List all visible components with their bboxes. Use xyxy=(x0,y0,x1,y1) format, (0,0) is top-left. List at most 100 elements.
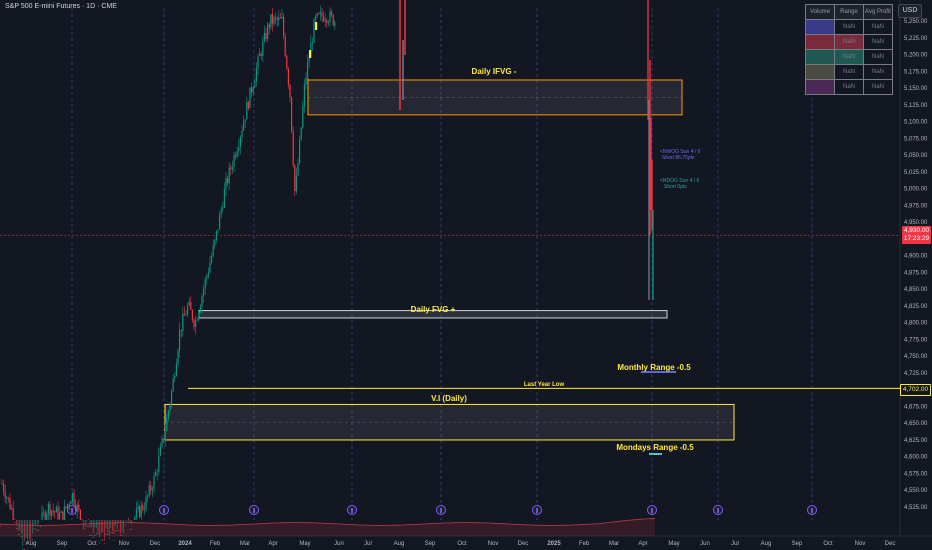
price-axis-label: 4,750.00 xyxy=(904,354,928,360)
price-axis-label: 5,100.00 xyxy=(904,120,928,126)
candle-body xyxy=(143,509,145,511)
time-axis-label: Sep xyxy=(792,541,803,547)
candle-body xyxy=(1,483,3,485)
candle-body xyxy=(195,319,197,327)
candle-body xyxy=(299,139,301,164)
candle-body xyxy=(402,40,404,100)
candle-body xyxy=(180,329,182,331)
candle-body xyxy=(73,492,75,506)
candle-body xyxy=(23,548,25,550)
range-table-header-avg-profit: Avg Profit xyxy=(863,4,893,20)
candle-body xyxy=(134,517,136,520)
time-axis-label: Aug xyxy=(394,541,405,547)
time-axis-label: Jul xyxy=(364,541,372,547)
candle-body xyxy=(318,13,320,15)
session-marker-glyph: ⟫ xyxy=(252,508,255,515)
price-axis-label: 5,025.00 xyxy=(904,170,928,176)
candle-body xyxy=(76,504,78,512)
candle-body xyxy=(209,262,211,273)
candle-body xyxy=(139,506,141,517)
candle-body xyxy=(196,319,198,321)
candle-body xyxy=(214,239,216,246)
candle-body xyxy=(297,163,299,176)
candle-body xyxy=(201,295,203,307)
time-axis-label: Oct xyxy=(823,541,833,547)
session-marker-glyph: ⟫ xyxy=(650,508,653,515)
candle-body xyxy=(193,320,195,327)
candle-body xyxy=(63,506,65,520)
range-table-row: NaN NaN xyxy=(805,64,893,80)
session-marker-glyph: ⟫ xyxy=(70,508,73,515)
range-table-cell: NaN xyxy=(834,34,864,50)
price-axis-label: 4,625.00 xyxy=(904,438,928,444)
candle-body xyxy=(303,84,305,106)
currency-button[interactable]: USD xyxy=(898,4,922,18)
candle-body xyxy=(172,378,174,391)
price-axis-label: 5,000.00 xyxy=(904,187,928,193)
nwog-note-detail: Short 86.75pts xyxy=(662,155,695,161)
price-axis-label: 4,650.00 xyxy=(904,421,928,427)
candle-body xyxy=(279,17,281,19)
time-axis-label: Dec xyxy=(150,541,161,547)
candle-body xyxy=(222,207,224,210)
candle-body xyxy=(204,279,206,289)
candle-body xyxy=(223,188,225,208)
candle-body xyxy=(198,312,200,320)
candle-body xyxy=(54,511,56,513)
candle-body xyxy=(31,539,33,540)
candle-body xyxy=(183,313,185,316)
candle-body xyxy=(295,175,297,192)
candle-body xyxy=(151,489,153,491)
candle-body xyxy=(315,16,317,20)
candle-body xyxy=(159,446,161,456)
candle-body xyxy=(25,542,27,543)
time-axis-label: Feb xyxy=(579,541,590,547)
candle-body xyxy=(321,12,323,17)
candle-body xyxy=(43,512,45,514)
time-axis-label: 2025 xyxy=(547,541,561,547)
range-table-header-range: Range xyxy=(834,4,864,20)
candle-body xyxy=(260,53,262,56)
candle-body xyxy=(244,119,246,123)
range-table-header-volume: Volume xyxy=(805,4,835,20)
time-axis-label: Dec xyxy=(518,541,529,547)
range-table-cell xyxy=(805,19,835,35)
candle-body xyxy=(331,11,333,15)
candle-body xyxy=(188,302,190,306)
candle-body xyxy=(137,506,139,510)
candle-body xyxy=(102,539,104,541)
time-axis-label: Mar xyxy=(240,541,250,547)
candle-body xyxy=(166,417,168,432)
candle-body xyxy=(52,510,54,512)
candle-body xyxy=(27,542,29,543)
candle-body xyxy=(9,498,11,509)
range-table-row: NaN NaN xyxy=(805,49,893,65)
ndog-note-detail: Short 0pts xyxy=(664,184,687,190)
candle-body xyxy=(324,19,326,22)
candle-body xyxy=(44,512,46,520)
time-axis-label: Nov xyxy=(488,541,499,547)
candle-body xyxy=(291,97,293,132)
candle-body xyxy=(191,309,193,321)
candle-body xyxy=(313,19,315,43)
chart-canvas[interactable]: ⟫ ⟫ ⟫ ⟫ ⟫ ⟫ ⟫ ⟫ ⟫ Aug Sep Oct Nov Dec 2024 Feb Mar Apr May… xyxy=(0,0,932,550)
candle-body xyxy=(236,151,238,157)
price-axis-label: 5,200.00 xyxy=(904,53,928,59)
candle-body xyxy=(145,496,147,510)
price-axis-label: 4,875.00 xyxy=(904,270,928,276)
range-table-cell: NaN xyxy=(834,79,864,95)
candle-body xyxy=(108,537,110,539)
candle-body xyxy=(327,22,329,23)
range-table-row: NaN NaN xyxy=(805,19,893,35)
candle-body xyxy=(3,483,5,492)
candle-body xyxy=(113,539,115,541)
candle-body xyxy=(316,13,318,17)
candle-body xyxy=(271,14,273,24)
candle-body xyxy=(292,131,294,166)
last-year-low-label: Last Year Low xyxy=(524,382,565,388)
candle-body xyxy=(57,507,59,520)
candle-body xyxy=(47,503,49,514)
candle-body xyxy=(270,14,272,28)
session-marker-glyph: ⟫ xyxy=(716,508,719,515)
candle-body xyxy=(329,11,331,23)
